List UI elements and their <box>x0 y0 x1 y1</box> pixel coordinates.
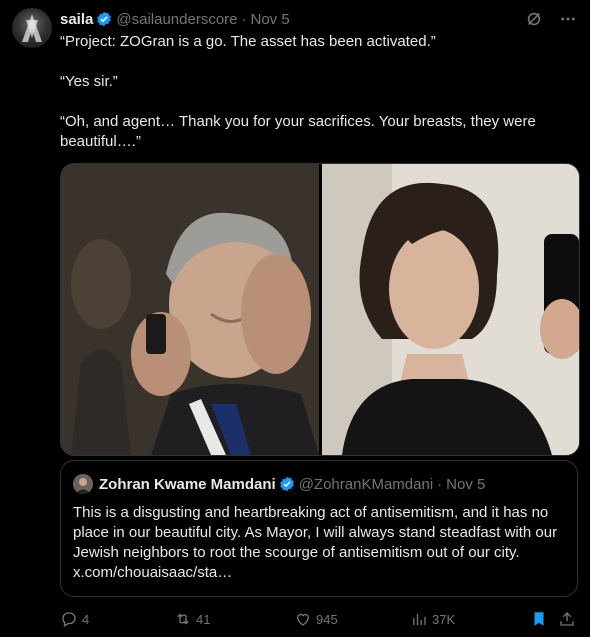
reply-icon <box>62 612 76 627</box>
author-name[interactable]: saila <box>60 11 93 28</box>
bookmark-button[interactable] <box>530 608 552 630</box>
tweet-date[interactable]: Nov 5 <box>251 11 290 28</box>
more-icon[interactable] <box>558 9 578 29</box>
tweet-media[interactable] <box>60 163 580 456</box>
repost-button[interactable]: 41 <box>174 608 210 630</box>
tweet-actions: 4 41 945 37K <box>60 608 580 630</box>
author-handle[interactable]: @sailaunderscore <box>116 11 237 28</box>
verified-badge-icon <box>279 476 295 492</box>
like-count: 945 <box>316 611 338 627</box>
quoted-tweet-body: This is a disgusting and heartbreaking a… <box>73 504 558 561</box>
separator-dot: · <box>241 10 247 28</box>
quoted-tweet-link[interactable]: x.com/chouaisaac/sta… <box>73 564 232 581</box>
views-icon <box>413 613 426 625</box>
tweet-paragraph: “Yes sir.” <box>60 73 118 90</box>
quoted-tweet-date[interactable]: Nov 5 <box>446 476 485 493</box>
repost-icon <box>177 613 189 625</box>
quoted-tweet-text: This is a disgusting and heartbreaking a… <box>73 503 568 583</box>
separator-dot: · <box>437 475 443 493</box>
quoted-tweet-header: Zohran Kwame Mamdani @ZohranKMamdani · N… <box>73 474 485 494</box>
tweet-paragraph: “Project: ZOGran is a go. The asset has … <box>60 33 436 50</box>
reply-count: 4 <box>82 611 90 627</box>
tweet-header: saila @sailaunderscore · Nov 5 <box>60 9 578 29</box>
views-count: 37K <box>432 611 456 627</box>
like-icon <box>297 613 309 626</box>
tweet-paragraph: “Oh, and agent… Thank you for your sacri… <box>60 113 536 150</box>
photo-man-on-phone[interactable] <box>61 164 319 455</box>
like-button[interactable]: 945 <box>294 608 338 630</box>
quoted-tweet[interactable]: Zohran Kwame Mamdani @ZohranKMamdani · N… <box>60 460 578 597</box>
quoted-author-name[interactable]: Zohran Kwame Mamdani <box>99 476 276 493</box>
grok-icon[interactable] <box>524 9 544 29</box>
quoted-author-avatar[interactable] <box>73 474 93 494</box>
tweet-text: “Project: ZOGran is a go. The asset has … <box>60 32 580 152</box>
photo-woman-mirror-selfie[interactable] <box>321 164 579 455</box>
author-avatar[interactable] <box>12 8 52 48</box>
bookmark-icon <box>534 612 544 626</box>
share-button[interactable] <box>558 608 580 630</box>
quoted-author-handle[interactable]: @ZohranKMamdani <box>299 476 433 493</box>
share-icon <box>560 612 574 626</box>
reply-button[interactable]: 4 <box>60 608 89 630</box>
repost-count: 41 <box>196 611 211 627</box>
views-button[interactable]: 37K <box>410 608 455 630</box>
verified-badge-icon <box>96 11 112 27</box>
